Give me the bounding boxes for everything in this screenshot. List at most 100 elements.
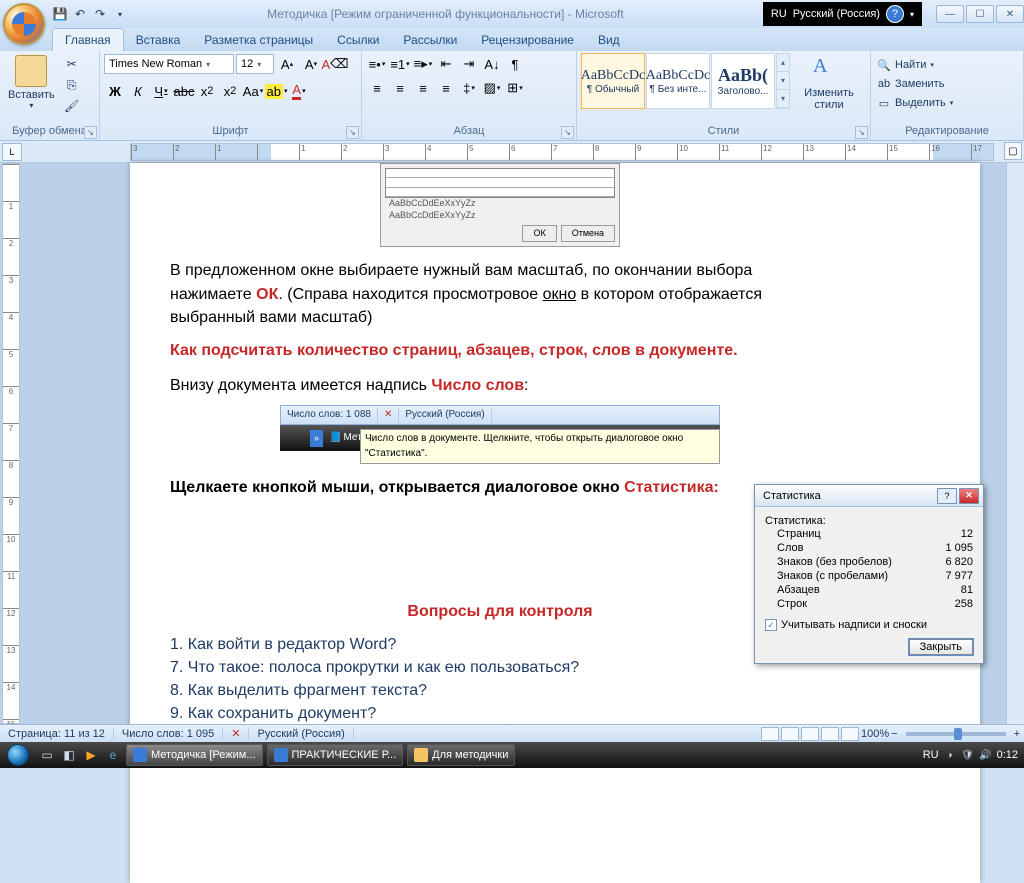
word-count[interactable]: Число слов: 1 095 <box>114 728 223 740</box>
dialog-close-button[interactable]: ✕ <box>959 488 979 504</box>
dialog-help-button[interactable]: ? <box>937 488 957 504</box>
tab-references[interactable]: Ссылки <box>325 29 391 51</box>
find-button[interactable]: 🔍Найти▾ <box>875 57 936 73</box>
justify-button[interactable]: ≡ <box>435 77 457 99</box>
task-item[interactable]: Для методички <box>407 744 515 766</box>
ql-browser-icon[interactable]: e <box>102 744 124 766</box>
tray-security-icon[interactable]: 🛡 <box>961 748 975 762</box>
language-indicator[interactable]: RU Русский (Россия) ? ▾ <box>763 2 922 26</box>
tray-clock[interactable]: 0:12 <box>997 749 1018 761</box>
paragraph-launcher-icon[interactable]: ↘ <box>561 126 574 139</box>
tab-selector-button[interactable]: L <box>2 143 22 161</box>
select-button[interactable]: ▭Выделить▾ <box>875 95 955 111</box>
redo-icon[interactable]: ↷ <box>92 6 108 22</box>
zoom-out-icon[interactable]: − <box>891 728 897 740</box>
print-layout-view-icon[interactable] <box>761 727 779 741</box>
undo-icon[interactable]: ↶ <box>72 6 88 22</box>
zoom-in-icon[interactable]: + <box>1014 728 1020 740</box>
tray-icon[interactable]: ◑ <box>943 748 957 762</box>
line-spacing-button[interactable]: ‡▾ <box>458 77 480 99</box>
lang-dropdown-icon[interactable]: ▾ <box>910 10 914 19</box>
multilevel-button[interactable]: ≡▸▾ <box>412 53 434 75</box>
font-launcher-icon[interactable]: ↘ <box>346 126 359 139</box>
font-family-combo[interactable]: Times New Roman▾ <box>104 54 234 74</box>
maximize-button[interactable]: ☐ <box>966 5 994 23</box>
grow-font-icon[interactable]: A▴ <box>276 53 298 75</box>
paste-button[interactable]: Вставить ▾ <box>4 53 59 112</box>
close-button[interactable]: ✕ <box>996 5 1024 23</box>
ql-switch-icon[interactable]: ◧ <box>58 744 80 766</box>
stats-close-button[interactable]: Закрыть <box>909 639 973 655</box>
borders-button[interactable]: ⊞▾ <box>504 77 526 99</box>
save-icon[interactable]: 💾 <box>52 6 68 22</box>
clipboard-launcher-icon[interactable]: ↘ <box>84 126 97 139</box>
style-gallery-scroll[interactable]: ▴▾▾ <box>776 53 790 109</box>
tab-review[interactable]: Рецензирование <box>469 29 586 51</box>
dialog-titlebar[interactable]: Статистика ? ✕ <box>755 485 983 507</box>
subscript-button[interactable]: x2 <box>196 80 218 102</box>
tab-layout[interactable]: Разметка страницы <box>192 29 325 51</box>
start-button[interactable] <box>0 742 36 768</box>
language[interactable]: Русский (Россия) <box>249 728 353 740</box>
horizontal-ruler[interactable]: 3211234567891011121314151617 <box>130 143 994 161</box>
show-marks-button[interactable]: ¶ <box>504 53 526 75</box>
copy-icon[interactable]: ⎘ <box>62 76 82 94</box>
minimize-button[interactable]: — <box>936 5 964 23</box>
bold-button[interactable]: Ж <box>104 80 126 102</box>
numbering-button[interactable]: ≡1▾ <box>389 53 411 75</box>
tab-view[interactable]: Вид <box>586 29 632 51</box>
align-center-button[interactable]: ≡ <box>389 77 411 99</box>
indent-increase-button[interactable]: ⇥ <box>458 53 480 75</box>
styles-launcher-icon[interactable]: ↘ <box>855 126 868 139</box>
ql-media-icon[interactable]: ▶ <box>80 744 102 766</box>
shading-button[interactable]: ▨▾ <box>481 77 503 99</box>
style-heading[interactable]: AaBb( Заголово... <box>711 53 775 109</box>
vertical-scrollbar[interactable] <box>1006 163 1024 724</box>
align-left-button[interactable]: ≡ <box>366 77 388 99</box>
tab-mailings[interactable]: Рассылки <box>391 29 469 51</box>
ruler-toggle-button[interactable]: ▢ <box>1004 142 1022 160</box>
replace-button[interactable]: abЗаменить <box>875 76 946 92</box>
change-styles-icon: A <box>813 55 845 87</box>
page-number[interactable]: Страница: 11 из 12 <box>0 728 114 740</box>
full-screen-view-icon[interactable] <box>781 727 799 741</box>
highlight-button[interactable]: ab▾ <box>265 80 287 102</box>
indent-decrease-button[interactable]: ⇤ <box>435 53 457 75</box>
change-styles-button[interactable]: A Изменить стили <box>792 53 866 113</box>
cut-icon[interactable]: ✂ <box>62 55 82 73</box>
outline-view-icon[interactable] <box>821 727 839 741</box>
zoom-slider[interactable] <box>906 732 1006 736</box>
superscript-button[interactable]: x2 <box>219 80 241 102</box>
align-right-button[interactable]: ≡ <box>412 77 434 99</box>
include-footnotes-checkbox[interactable]: ✓ Учитывать надписи и сноски <box>765 619 973 631</box>
draft-view-icon[interactable] <box>841 727 859 741</box>
web-layout-view-icon[interactable] <box>801 727 819 741</box>
bullets-button[interactable]: ≡•▾ <box>366 53 388 75</box>
strike-button[interactable]: abc <box>173 80 195 102</box>
clear-format-icon[interactable]: A⌫ <box>324 53 346 75</box>
italic-button[interactable]: К <box>127 80 149 102</box>
tray-lang[interactable]: RU <box>923 749 939 761</box>
tray-volume-icon[interactable]: 🔊 <box>979 748 993 762</box>
help-icon[interactable]: ? <box>886 5 904 23</box>
vertical-ruler[interactable]: 123456789101112131415 <box>2 163 20 724</box>
task-item[interactable]: Методичка [Режим... <box>126 744 263 766</box>
shrink-font-icon[interactable]: A▾ <box>300 53 322 75</box>
zoom-level[interactable]: 100% <box>861 728 889 740</box>
underline-button[interactable]: Ч▾ <box>150 80 172 102</box>
font-size-combo[interactable]: 12▾ <box>236 54 274 74</box>
format-painter-icon[interactable]: 🖌 <box>62 97 82 115</box>
proofing-icon[interactable]: ✕ <box>223 727 249 740</box>
task-item[interactable]: ПРАКТИЧЕСКИЕ Р... <box>267 744 404 766</box>
tab-home[interactable]: Главная <box>52 28 124 51</box>
folder-icon <box>414 748 428 762</box>
font-color-button[interactable]: A▾ <box>288 80 310 102</box>
office-button[interactable] <box>3 3 45 45</box>
sort-button[interactable]: A↓ <box>481 53 503 75</box>
style-no-spacing[interactable]: AaBbCcDc ¶ Без инте... <box>646 53 710 109</box>
change-case-button[interactable]: Aa▾ <box>242 80 264 102</box>
style-normal[interactable]: AaBbCcDc ¶ Обычный <box>581 53 645 109</box>
tab-insert[interactable]: Вставка <box>124 29 193 51</box>
ql-desktop-icon[interactable]: ▭ <box>36 744 58 766</box>
qat-dropdown-icon[interactable]: ▾ <box>112 6 128 22</box>
